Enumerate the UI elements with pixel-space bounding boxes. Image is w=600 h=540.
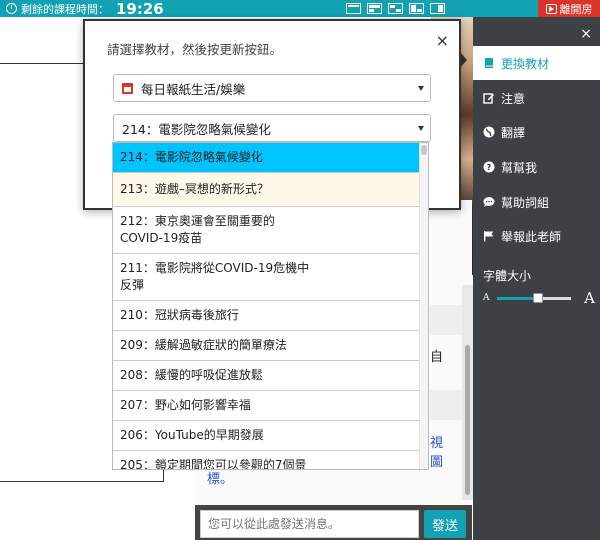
divider: [0, 63, 88, 64]
chat-message-bubble: [430, 305, 462, 335]
sidebar-item-notes[interactable]: 注意: [473, 81, 600, 115]
modal-pointer: [460, 52, 467, 68]
divider: [0, 481, 163, 482]
sidebar-item-translate[interactable]: 翻譯: [473, 115, 600, 149]
chevron-down-icon: [418, 86, 424, 91]
dropdown-option[interactable]: 205：鎖定期間您可以參觀的7個景: [113, 451, 421, 469]
font-size-label: 字體大小: [483, 269, 532, 283]
sidebar-item-report-teacher[interactable]: 舉報此老師: [473, 219, 600, 253]
slider-track[interactable]: [497, 293, 571, 303]
chat-scrollbar-thumb[interactable]: [465, 345, 470, 495]
dropdown-option[interactable]: 212：東京奧運會至關重要的COVID-19疫苗: [113, 207, 421, 254]
sidebar-item-label: 舉報此老師: [501, 229, 562, 244]
leave-room-label: 離開房: [559, 2, 593, 16]
sidebar-item-label: 幫助詞組: [501, 195, 550, 210]
font-small-icon: A: [483, 293, 490, 303]
layout-side-icon[interactable]: [430, 3, 445, 14]
flag-icon: [483, 230, 495, 242]
send-button[interactable]: 發送: [424, 510, 466, 538]
dropdown-option[interactable]: 211：電影院將從COVID-19危機中反彈: [113, 254, 421, 301]
leave-room-button[interactable]: 離開房: [538, 0, 600, 17]
dropdown-option[interactable]: 209：緩解過敏症狀的簡單療法: [113, 331, 421, 361]
sidebar-item-label: 注意: [501, 91, 526, 106]
calendar-icon: [122, 82, 133, 94]
category-select-value: 每日報紙生活/娛樂: [141, 81, 246, 97]
category-select[interactable]: 每日報紙生活/娛樂: [113, 74, 431, 102]
exit-icon: [545, 3, 557, 14]
book-icon: [483, 57, 495, 69]
lesson-timer: 剩餘的課程時間： 19:26: [0, 0, 164, 18]
dropdown-option[interactable]: 214：電影院忽略氣候變化: [113, 143, 421, 173]
lesson-dropdown-list: 214：電影院忽略氣候變化 213：遊戲–冥想的新形式？ 212：東京奧運會至關…: [112, 142, 429, 470]
layout-switcher: [346, 3, 445, 14]
dropdown-scrollbar[interactable]: [419, 143, 428, 469]
font-size-slider[interactable]: A A: [483, 289, 595, 307]
sidebar-item-label: 更換教材: [501, 56, 550, 71]
dropdown-option[interactable]: 210：冠狀病毒後旅行: [113, 301, 421, 331]
dropdown-option[interactable]: 213：遊戲–冥想的新形式？: [113, 173, 421, 207]
layout-quad-icon[interactable]: [409, 3, 424, 14]
dropdown-scrollbar-thumb[interactable]: [421, 145, 427, 155]
timer-label: 剩餘的課程時間：: [21, 2, 109, 16]
layout-split-horizontal-icon[interactable]: [367, 3, 382, 14]
slider-thumb[interactable]: [532, 293, 543, 303]
chat-link-text[interactable]: 標。: [207, 468, 233, 487]
globe-icon: [483, 126, 495, 138]
edit-icon: [483, 92, 495, 104]
sidebar-item-label: 幫幫我: [501, 160, 538, 175]
lesson-select[interactable]: 214：電影院忽略氣候變化: [113, 114, 431, 142]
chevron-down-icon: [418, 126, 424, 131]
close-icon[interactable]: ×: [436, 31, 449, 50]
dialog-instruction: 請選擇教材，然後按更新按鈕。: [107, 42, 283, 57]
sidebar-item-label: 翻譯: [501, 125, 526, 140]
chat-message-text: 自: [430, 350, 444, 365]
dropdown-option[interactable]: 207：野心如何影響幸福: [113, 391, 421, 421]
lesson-select-value: 214：電影院忽略氣候變化: [122, 121, 271, 137]
question-icon: ?: [483, 161, 495, 173]
chat-message-bubble: [430, 390, 462, 420]
timer-value: 19:26: [116, 0, 164, 18]
dropdown-option[interactable]: 206：YouTube的早期發展: [113, 421, 421, 451]
layout-full-icon[interactable]: [346, 3, 361, 14]
top-bar: 剩餘的課程時間： 19:26 離開房: [0, 0, 600, 18]
svg-text:?: ?: [487, 163, 492, 172]
chat-link-text[interactable]: 圖: [430, 451, 443, 470]
sidebar-close-icon[interactable]: ×: [580, 26, 592, 42]
chat-link-text[interactable]: 視: [430, 432, 443, 451]
font-large-icon: A: [584, 289, 595, 307]
chat-message-input[interactable]: [200, 510, 419, 538]
sidebar-item-help-phrases[interactable]: 幫助詞組: [473, 185, 600, 219]
clock-icon: [6, 3, 17, 14]
slider-fill: [497, 297, 538, 300]
layout-grid-icon[interactable]: [388, 3, 403, 14]
sidebar: × 更換教材 注意 翻譯 ? 幫幫我 幫助詞組 舉報此老師 字體大小 A A: [473, 17, 600, 540]
chat-icon: [483, 196, 495, 208]
sidebar-item-change-material[interactable]: 更換教材: [473, 46, 600, 80]
dropdown-option[interactable]: 208：緩慢的呼吸促進放鬆: [113, 361, 421, 391]
sidebar-item-help[interactable]: ? 幫幫我: [473, 150, 600, 184]
